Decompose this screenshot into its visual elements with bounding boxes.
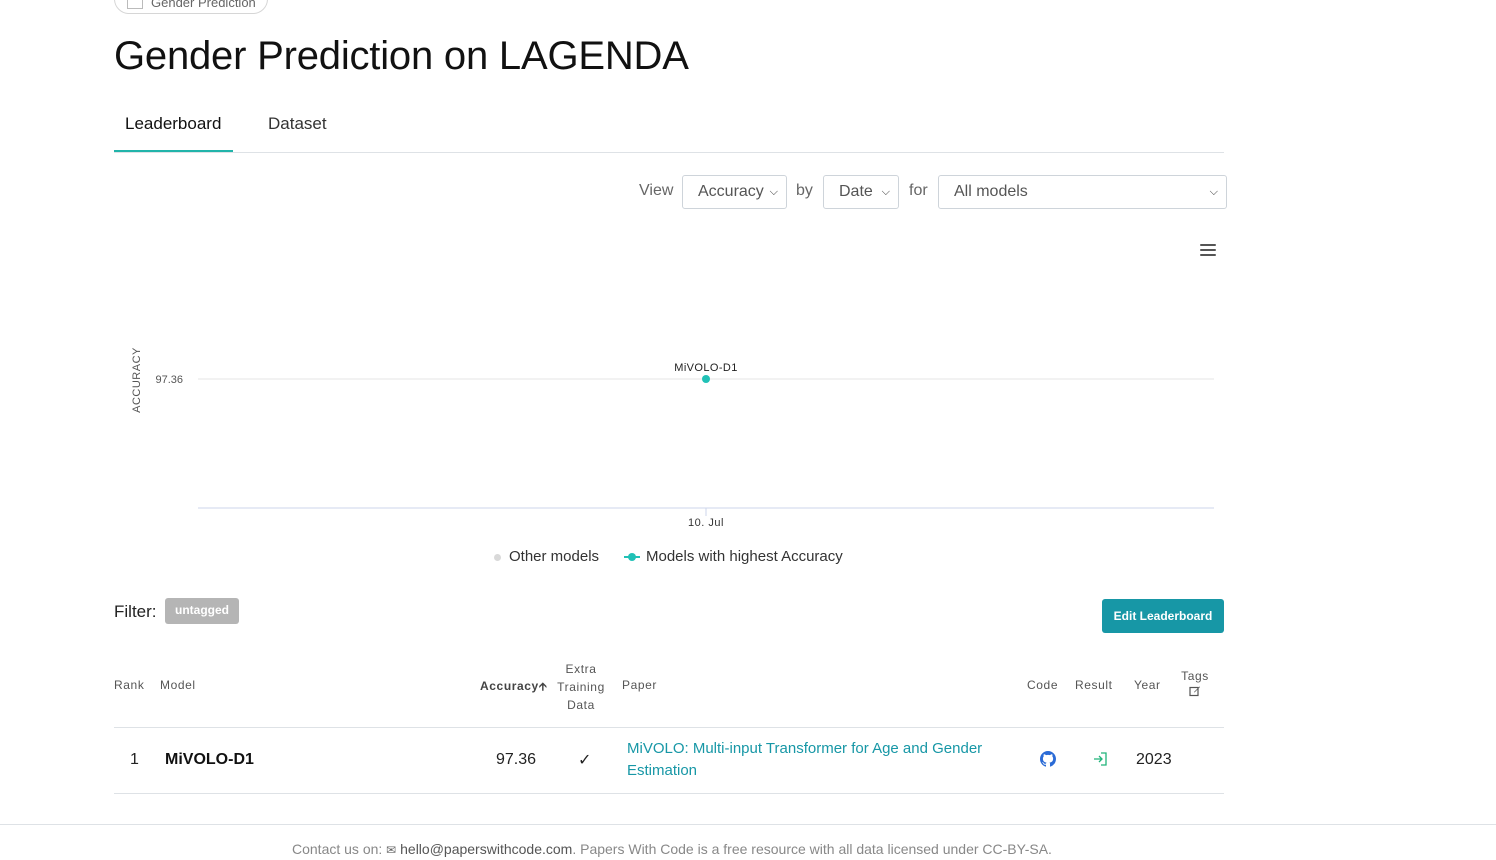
header-result: Result — [1075, 678, 1113, 692]
edit-icon[interactable] — [1189, 685, 1201, 697]
header-year: Year — [1134, 678, 1161, 692]
legend-item-highest[interactable]: Models with highest Accuracy — [624, 548, 843, 565]
legend-label-highest: Models with highest Accuracy — [646, 548, 843, 565]
data-point-label: MiVOLO-D1 — [674, 362, 738, 374]
mail-icon: ✉ — [386, 843, 397, 857]
page-title: Gender Prediction on LAGENDA — [114, 34, 689, 78]
header-accuracy[interactable]: Accuracy🡩 — [480, 678, 547, 697]
y-tick-label: 97.36 — [155, 374, 183, 386]
tab-bar: Leaderboard Dataset — [114, 104, 1224, 153]
for-select-value: All models — [954, 183, 1028, 200]
legend-dot-icon — [494, 553, 501, 561]
for-label: for — [909, 182, 928, 199]
footer: Contact us on: ✉ hello@paperswithcode.co… — [292, 841, 1052, 857]
header-data-line: Data — [567, 698, 595, 712]
header-extra-line: Extra — [565, 662, 597, 676]
edit-leaderboard-button[interactable]: Edit Leaderboard — [1102, 599, 1224, 633]
result-link-icon[interactable] — [1092, 751, 1108, 767]
legend-label-other: Other models — [509, 548, 600, 565]
tag-untagged[interactable]: untagged — [165, 598, 239, 624]
breadcrumb-chip[interactable]: Gender Prediction — [114, 0, 268, 14]
x-tick-label: 10. Jul — [688, 517, 724, 529]
header-tags-label: Tags — [1181, 669, 1209, 683]
filter-label: Filter: — [114, 602, 157, 621]
footer-divider — [0, 824, 1496, 825]
legend-item-other[interactable]: Other models — [494, 548, 599, 565]
data-point — [702, 375, 710, 383]
y-axis-label: ACCURACY — [131, 347, 143, 413]
header-extra-training-data: Extra Training Data — [550, 660, 612, 714]
chart-icon — [127, 0, 143, 9]
table-bottom-divider — [114, 793, 1224, 794]
header-accuracy-label: Accuracy — [480, 679, 539, 693]
header-training-line: Training — [557, 680, 605, 694]
header-model: Model — [160, 678, 196, 692]
view-select[interactable]: Accuracy ⌵ — [682, 175, 787, 209]
row-paper-link[interactable]: MiVOLO: Multi-input Transformer for Age … — [627, 738, 1017, 782]
view-label: View — [639, 182, 674, 199]
header-code: Code — [1027, 678, 1059, 692]
tab-dataset[interactable]: Dataset — [268, 114, 327, 134]
row-model: MiVOLO-D1 — [165, 751, 254, 768]
legend-line-marker-icon — [624, 552, 640, 562]
accuracy-chart: ACCURACY 97.36 10. Jul MiVOLO-D1 — [131, 347, 1214, 529]
chevron-down-icon: ⌵ — [769, 186, 778, 198]
header-tags: Tags — [1178, 669, 1212, 700]
github-icon[interactable] — [1040, 751, 1056, 767]
header-rank: Rank — [114, 678, 145, 692]
row-year: 2023 — [1136, 751, 1172, 768]
by-select-value: Date — [839, 183, 873, 200]
footer-license-text: . Papers With Code is a free resource wi… — [572, 841, 1052, 857]
by-label: by — [796, 182, 813, 199]
active-tab-indicator — [114, 150, 233, 152]
chevron-down-icon: ⌵ — [1209, 186, 1218, 198]
table-header-divider — [114, 727, 1224, 728]
row-accuracy: 97.36 — [496, 751, 537, 768]
footer-contact-label: Contact us on: — [292, 841, 383, 857]
sort-arrow-icon: 🡩 — [538, 681, 548, 693]
view-select-value: Accuracy — [698, 183, 764, 200]
for-select[interactable]: All models ⌵ — [938, 175, 1227, 209]
chevron-down-icon: ⌵ — [881, 186, 890, 198]
tab-leaderboard[interactable]: Leaderboard — [125, 114, 221, 134]
row-extra-training-check: ✓ — [578, 752, 592, 769]
footer-email-link[interactable]: hello@paperswithcode.com — [400, 841, 572, 857]
header-paper: Paper — [622, 678, 658, 692]
by-select[interactable]: Date ⌵ — [823, 175, 899, 209]
breadcrumb-label: Gender Prediction — [151, 0, 256, 10]
row-rank: 1 — [130, 751, 139, 768]
